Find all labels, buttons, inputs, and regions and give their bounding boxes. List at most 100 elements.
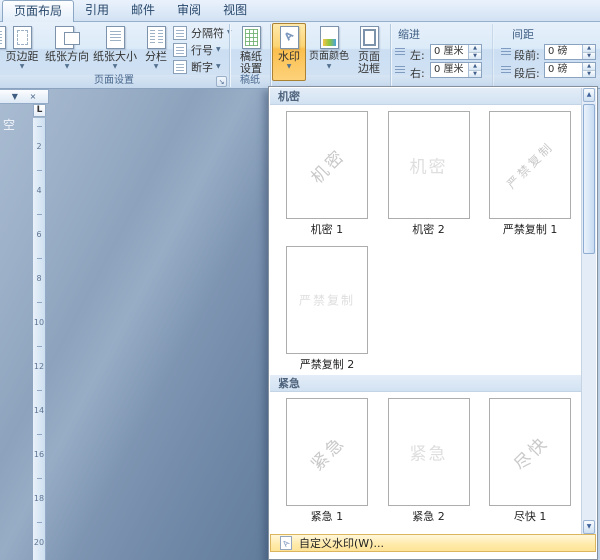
line-numbers-button[interactable]: 行号 ▼ [173, 42, 221, 58]
watermark-thumbnail: 尽快 [489, 398, 571, 506]
watermark-item[interactable]: 机密机密 1 [276, 111, 378, 236]
ruler-number: 2 [33, 142, 45, 151]
indent-right-spinner[interactable]: ▲▼ [468, 63, 481, 77]
watermark-preview-text: 紧急 [304, 429, 350, 475]
watermark-preview-text: 机密 [304, 142, 350, 188]
tab-mailings[interactable]: 邮件 [120, 0, 166, 21]
pane-label: 空 [3, 116, 15, 133]
spin-up-icon[interactable]: ▲ [583, 45, 595, 53]
document-area[interactable]: ▼ × 空 L 2468101214161820 [0, 89, 268, 560]
spin-up-icon[interactable]: ▲ [583, 63, 595, 71]
page-color-label: 页面颜色 [309, 51, 349, 63]
paper-setup-button[interactable]: 稿纸设置 [233, 24, 269, 76]
columns-label: 分栏 [140, 51, 172, 63]
ruler-tick [37, 346, 42, 347]
gallery-row: 紧急紧急 1紧急紧急 2尽快尽快 1 [270, 392, 581, 527]
indent-left-value: 0 厘米 [434, 46, 464, 57]
ruler-number: 8 [33, 274, 45, 283]
ruler-number: 10 [33, 318, 45, 327]
ruler-number: 12 [33, 362, 45, 371]
gallery-row: 机密机密 1机密机密 2严禁复制严禁复制 1 [270, 105, 581, 240]
hyphenation-label: 断字 [191, 59, 213, 75]
pane-close-icon[interactable]: × [30, 92, 37, 101]
watermark-thumbnail: 紧急 [286, 398, 368, 506]
paper-size-label: 纸张大小 [92, 51, 138, 63]
gallery-scrollbar[interactable]: ▲ ▼ [581, 88, 596, 534]
tab-view[interactable]: 视图 [212, 0, 258, 21]
hyphenation-button[interactable]: 断字 ▼ [173, 59, 221, 75]
watermark-preview-text: 尽快 [507, 429, 553, 475]
space-before-value: 0 磅 [548, 46, 568, 57]
spin-down-icon[interactable]: ▼ [469, 71, 481, 78]
indent-left-spinner[interactable]: ▲▼ [468, 45, 481, 59]
watermark-item[interactable]: 尽快尽快 1 [479, 398, 581, 523]
columns-button[interactable]: 分栏 ▼ [140, 24, 172, 76]
tab-review[interactable]: 审阅 [166, 0, 212, 21]
tab-references[interactable]: 引用 [74, 0, 120, 21]
page-color-icon [309, 24, 349, 51]
watermark-item[interactable]: 紧急紧急 1 [276, 398, 378, 523]
indent-right-value: 0 厘米 [434, 64, 464, 75]
scroll-down-icon[interactable]: ▼ [583, 520, 595, 534]
custom-watermark-icon: A [280, 536, 292, 550]
watermark-item[interactable]: 严禁复制严禁复制 2 [276, 246, 378, 371]
watermark-preview-text: 紧急 [410, 440, 448, 465]
breaks-button[interactable]: 分隔符 ▼ [173, 25, 232, 41]
spin-down-icon[interactable]: ▼ [583, 53, 595, 60]
space-after-value: 0 磅 [548, 64, 568, 75]
paper-orientation-button[interactable]: 纸张方向 ▼ [44, 24, 90, 76]
custom-watermark-item[interactable]: A 自定义水印(W)... [270, 534, 596, 552]
watermark-item[interactable]: 机密机密 2 [378, 111, 480, 236]
watermark-button[interactable]: A 水印 ▼ [272, 23, 306, 81]
margins-button[interactable]: 页边距 ▼ [2, 24, 42, 76]
scroll-up-icon[interactable]: ▲ [583, 88, 595, 102]
ruler-number: 14 [33, 406, 45, 415]
dropdown-arrow-icon: ▼ [44, 63, 90, 71]
paper-size-button[interactable]: 纸张大小 ▼ [92, 24, 138, 76]
watermark-item-label: 严禁复制 2 [276, 354, 378, 371]
dropdown-arrow-icon: ▼ [273, 63, 305, 71]
watermark-thumbnail: 严禁复制 [489, 111, 571, 219]
indent-right-input[interactable]: 0 厘米 ▲▼ [430, 62, 482, 78]
space-after-spinner[interactable]: ▲▼ [582, 63, 595, 77]
watermark-item[interactable]: 紧急紧急 2 [378, 398, 480, 523]
ribbon-tab-bar: 页面布局引用邮件审阅视图 [0, 0, 600, 22]
page-borders-button[interactable]: 页面边框 [351, 24, 387, 76]
spin-up-icon[interactable]: ▲ [469, 63, 481, 71]
watermark-item-label: 紧急 2 [378, 506, 480, 523]
scrollbar-thumb[interactable] [583, 104, 595, 254]
space-after-label: 段后: [514, 65, 540, 81]
watermark-item-label: 机密 1 [276, 219, 378, 236]
ruler-number: 16 [33, 450, 45, 459]
spin-down-icon[interactable]: ▼ [583, 71, 595, 78]
ruler-tick [37, 302, 42, 303]
dropdown-arrow-icon: ▼ [309, 63, 349, 71]
space-before-spinner[interactable]: ▲▼ [582, 45, 595, 59]
custom-watermark-label: 自定义水印(W)... [299, 535, 384, 551]
watermark-icon: A [273, 24, 305, 51]
pane-dropdown-icon[interactable]: ▼ [12, 92, 18, 101]
watermark-item[interactable]: 严禁复制严禁复制 1 [479, 111, 581, 236]
indent-left-label: 左: [410, 47, 425, 63]
tab-stop-selector[interactable]: L [33, 104, 46, 117]
spin-up-icon[interactable]: ▲ [469, 45, 481, 53]
ruler-tick [37, 214, 42, 215]
spin-down-icon[interactable]: ▼ [469, 53, 481, 60]
page-setup-group-label: 页面设置 [0, 75, 228, 88]
margins-icon [2, 24, 42, 51]
indent-left-input[interactable]: 0 厘米 ▲▼ [430, 44, 482, 60]
space-after-input[interactable]: 0 磅 ▲▼ [544, 62, 596, 78]
tab-page-layout[interactable]: 页面布局 [2, 0, 74, 22]
space-before-input[interactable]: 0 磅 ▲▼ [544, 44, 596, 60]
indent-right-label: 右: [410, 65, 425, 81]
page-setup-dialog-launcher[interactable]: ↘ [216, 76, 227, 87]
indent-right-icon [394, 64, 406, 76]
dropdown-arrow-icon: ▼ [140, 63, 172, 71]
paper-orientation-label: 纸张方向 [44, 51, 90, 63]
page-color-button[interactable]: 页面颜色 ▼ [309, 24, 349, 76]
gallery-footer [270, 552, 596, 558]
watermark-item-label: 严禁复制 1 [479, 219, 581, 236]
column-separator [492, 24, 493, 87]
word-window: 页面布局引用邮件审阅视图 页边距 ▼ 纸张方向 ▼ 纸张大小 ▼ 分栏 ▼ [0, 0, 600, 560]
group-separator [390, 24, 391, 87]
